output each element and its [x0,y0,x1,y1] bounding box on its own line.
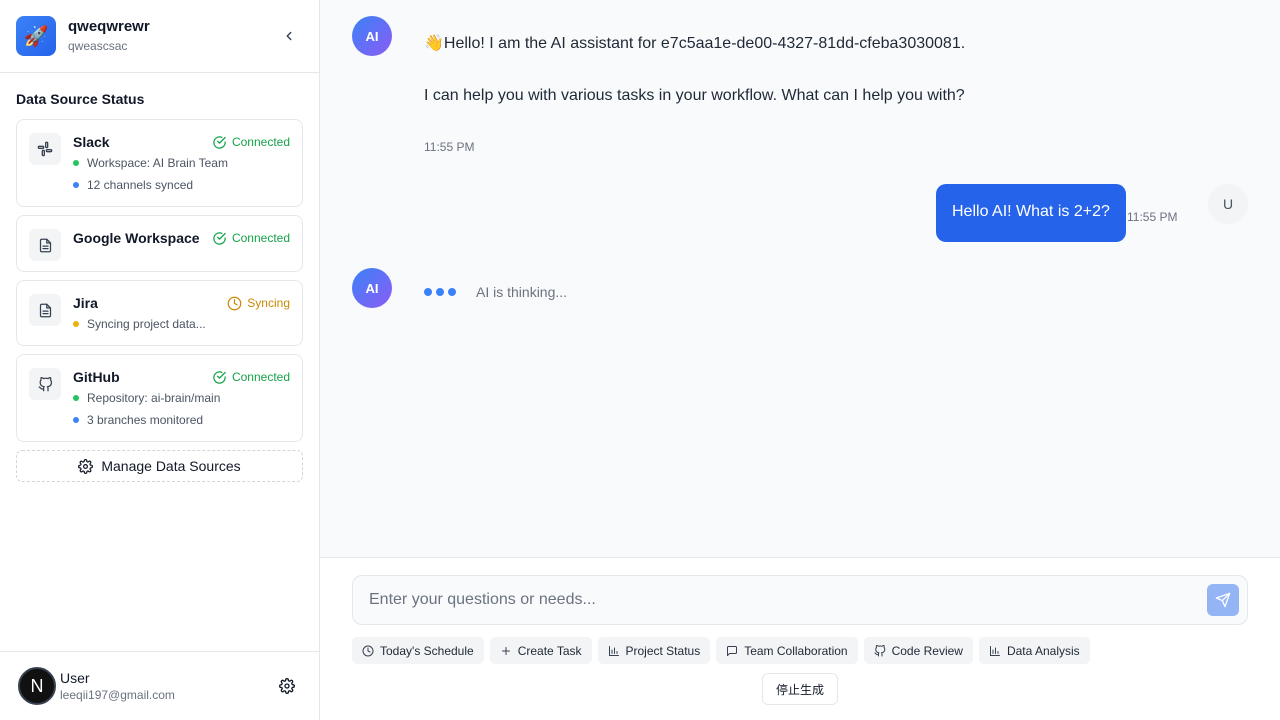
document-icon [29,229,61,261]
detail-text: 3 branches monitored [87,413,204,427]
ai-message-line: 👋Hello! I am the AI assistant for e7c5aa… [424,33,965,55]
gear-icon [78,458,94,474]
quick-action-label: Create Task [517,643,582,658]
bar-chart-icon [989,645,1000,656]
user-message-bubble: Hello AI! What is 2+2? [936,184,1126,242]
status-dot [73,321,79,327]
status-dot [73,395,79,401]
rocket-icon: 🚀 [23,25,49,48]
workspace-name: qweqwrewr [68,18,150,35]
quick-action-label: Project Status [625,643,701,658]
quick-action-team-collaboration[interactable]: Team Collaboration [716,637,858,664]
chat-main: AI 👋Hello! I am the AI assistant for e7c… [320,0,1280,720]
github-icon [874,644,885,656]
data-source-google-workspace[interactable]: Google Workspace Connected [16,215,303,272]
manage-data-sources-button[interactable]: Manage Data Sources [16,450,303,482]
detail-text: Syncing project data... [87,317,206,331]
typing-indicator: AI is thinking... [424,284,567,300]
quick-action-code-review[interactable]: Code Review [863,637,973,664]
message-input-box [352,575,1248,625]
detail-text: 12 channels synced [87,178,194,192]
quick-action-project-status[interactable]: Project Status [597,637,711,664]
chevron-left-icon [286,31,292,41]
quick-action-label: Team Collaboration [744,643,848,658]
typing-dot [424,288,432,296]
data-source-detail: 3 branches monitored [73,411,290,429]
data-source-github[interactable]: GitHub Repository: ai-brain/main 3 branc… [16,354,303,442]
detail-text: Repository: ai-brain/main [87,391,221,405]
status-dot [73,182,79,188]
quick-action-todays-schedule[interactable]: Today's Schedule [352,637,484,664]
status-badge: Connected [212,133,290,151]
bar-chart-icon [608,645,619,656]
user-email: leeqii197@gmail.com [60,688,175,702]
status-text: Connected [231,135,290,149]
composer: Today's Schedule Create Task Project Sta… [320,557,1280,720]
github-icon [29,368,61,400]
sidebar: 🚀 qweqwrewr qweascsac Data Source Status… [0,0,320,720]
check-circle-icon [213,135,226,149]
status-badge: Syncing [227,294,290,312]
collapse-sidebar-button[interactable] [275,22,303,50]
workspace-header: 🚀 qweqwrewr qweascsac [0,0,319,73]
send-icon [1215,592,1231,608]
message-input[interactable] [369,591,1207,609]
status-dot [73,417,79,423]
status-text: Syncing [247,296,290,310]
quick-action-data-analysis[interactable]: Data Analysis [978,637,1090,664]
wave-icon: 👋 [424,35,444,52]
status-badge: Connected [212,368,290,386]
message-timestamp: 11:55 PM [1127,210,1178,224]
status-text: Connected [231,231,290,245]
stop-generating-button[interactable]: 停止生成 [762,673,839,705]
avatar[interactable]: N [18,667,56,705]
workspace-logo: 🚀 [16,16,56,56]
data-source-jira[interactable]: Jira Syncing project data... Syncing [16,280,303,346]
check-circle-icon [213,370,226,384]
status-text: Connected [231,370,290,384]
message-icon [727,645,738,656]
user-chat-avatar: U [1208,184,1248,224]
message-text: Hello! I am the AI assistant for e7c5aa1… [443,35,966,52]
typing-dot [448,288,456,296]
quick-action-label: Code Review [891,643,963,658]
data-source-detail: Workspace: AI Brain Team [73,154,290,172]
slack-icon [29,133,61,165]
workspace-subtitle: qweascsac [68,39,128,53]
data-source-status-title: Data Source Status [16,91,145,107]
data-source-detail: Repository: ai-brain/main [73,389,290,407]
manage-data-sources-label: Manage Data Sources [101,458,241,474]
detail-text: Workspace: AI Brain Team [87,156,228,170]
ai-avatar: AI [352,16,392,56]
quick-action-label: Today's Schedule [380,643,474,658]
plus-icon [501,646,510,655]
document-icon [29,294,61,326]
quick-action-label: Data Analysis [1006,643,1080,658]
clock-icon [362,645,374,656]
ai-avatar: AI [352,268,392,308]
ai-message-line: I can help you with various tasks in you… [424,87,965,104]
typing-dot [436,288,444,296]
quick-actions: Today's Schedule Create Task Project Sta… [352,637,1096,664]
user-name: User [60,670,90,686]
user-settings-button[interactable] [273,672,301,700]
thinking-text: AI is thinking... [476,284,568,300]
quick-action-create-task[interactable]: Create Task [489,637,592,664]
data-source-detail: 12 channels synced [73,176,290,194]
chat-messages: AI 👋Hello! I am the AI assistant for e7c… [320,0,1280,557]
data-source-slack[interactable]: Slack Workspace: AI Brain Team 12 channe… [16,119,303,207]
clock-icon [227,296,242,310]
gear-icon [279,678,295,694]
send-button[interactable] [1207,584,1239,616]
message-timestamp: 11:55 PM [424,140,475,154]
data-source-detail: Syncing project data... [73,315,290,333]
status-dot [73,160,79,166]
status-badge: Connected [212,229,290,247]
check-circle-icon [213,231,226,245]
user-bar: N User leeqii197@gmail.com [0,651,319,720]
